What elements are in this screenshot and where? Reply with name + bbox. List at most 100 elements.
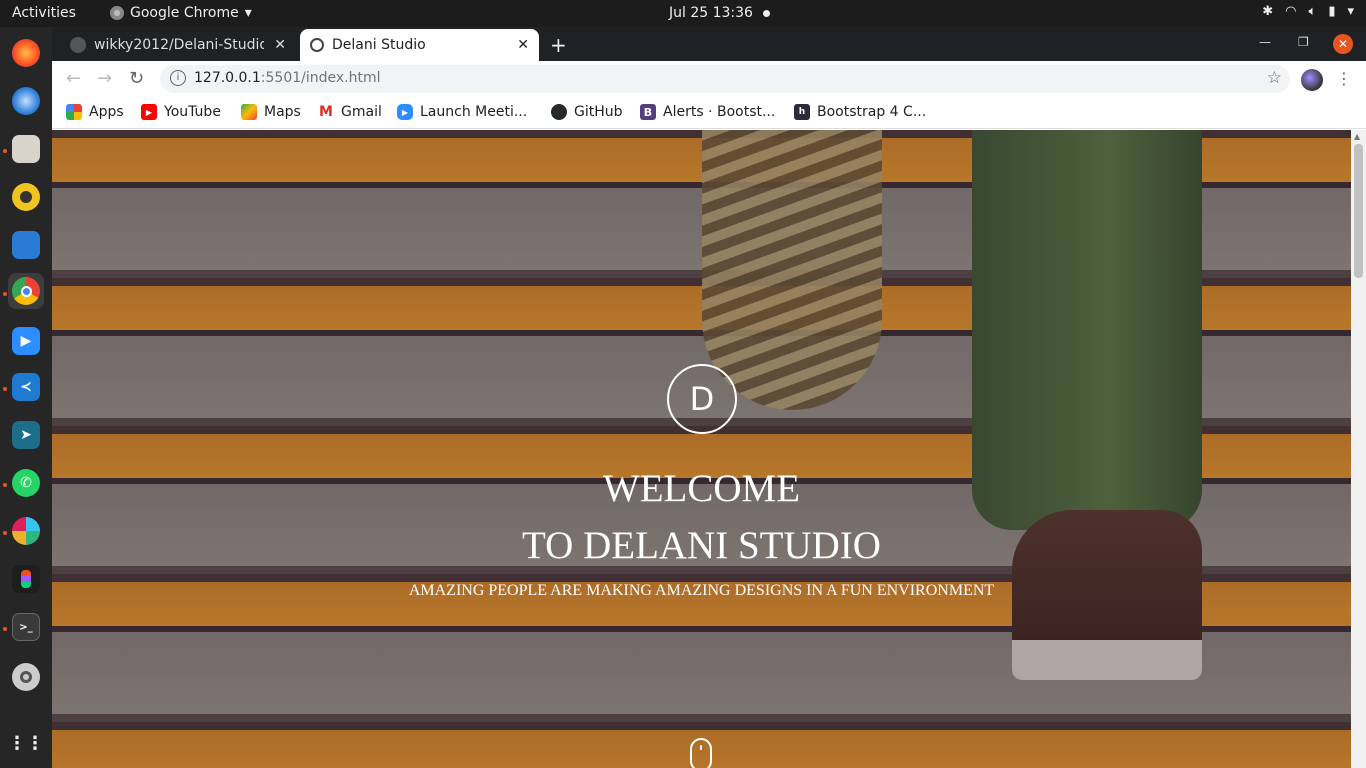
show-apps-icon: ⋮⋮	[8, 732, 44, 754]
scrollbar-thumb[interactable]	[1354, 144, 1363, 278]
libreoffice-writer-icon	[12, 231, 40, 259]
apps-grid-icon	[66, 104, 82, 120]
scroll-up-arrow-icon[interactable]: ▲	[1354, 132, 1360, 141]
bookmark-apps[interactable]: Apps	[66, 104, 124, 120]
dock-files[interactable]	[8, 131, 44, 167]
hero-overlay	[52, 130, 1351, 768]
dock-zoom[interactable]: ▶	[8, 323, 44, 359]
bookmark-label: GitHub	[574, 104, 623, 120]
bookmark-gmail[interactable]: M Gmail	[318, 104, 382, 120]
slack-icon	[12, 517, 40, 545]
tab-strip: wikky2012/Delani-Studio: ✕ Delani Studio…	[52, 27, 1366, 61]
activities-button[interactable]: Activities	[12, 5, 76, 21]
hero-subtitle: AMAZING PEOPLE ARE MAKING AMAZING DESIGN…	[408, 582, 995, 599]
page-scrollbar[interactable]: ▲	[1351, 130, 1366, 768]
bootstrap-cheatsheet-icon: h	[794, 104, 810, 120]
zoom-icon: ▶	[12, 327, 40, 355]
tab-github[interactable]: wikky2012/Delani-Studio: ✕	[60, 29, 296, 61]
bookmark-label: Maps	[264, 104, 301, 120]
back-button[interactable]: ←	[66, 68, 81, 89]
logo-circle: D	[667, 364, 737, 434]
globe-icon	[310, 38, 324, 52]
hero-heading-line1: WELCOME	[602, 467, 801, 510]
running-indicator	[3, 531, 7, 535]
slack-tray-icon[interactable]: ✱	[1262, 4, 1273, 19]
tab-delani-studio[interactable]: Delani Studio ✕	[300, 29, 539, 61]
bookmark-star-icon[interactable]: ☆	[1267, 68, 1282, 88]
system-tray[interactable]: ✱ ◠ 🔈︎ ▮ ▾	[1262, 4, 1354, 19]
volume-icon: 🔈︎	[1308, 4, 1317, 19]
bookmarks-bar: Apps ▶ YouTube Maps M Gmail ▶ Launch Mee…	[52, 97, 1366, 129]
running-indicator	[3, 387, 7, 391]
browser-toolbar: ← → ↻ i 127.0.0.1:5501/index.html ☆ ⋮	[52, 61, 1366, 97]
minimize-button[interactable]: —	[1259, 35, 1271, 49]
scroll-down-mouse-icon[interactable]	[690, 738, 712, 768]
dock-thunderbird[interactable]	[8, 83, 44, 119]
clock[interactable]: Jul 25 13:36	[669, 5, 753, 21]
dock-terminal[interactable]: >_	[8, 609, 44, 645]
bookmark-bootstrap-alerts[interactable]: B Alerts · Bootst...	[640, 104, 775, 120]
app-menu-label: Google Chrome	[130, 5, 239, 21]
bookmark-label: YouTube	[164, 104, 221, 120]
bookmark-youtube[interactable]: ▶ YouTube	[141, 104, 221, 120]
zoom-icon: ▶	[397, 104, 413, 120]
chrome-icon	[12, 277, 40, 305]
dock-whatsapp[interactable]: ✆	[8, 465, 44, 501]
whatsapp-icon: ✆	[12, 469, 40, 497]
tab-title: Delani Studio	[332, 37, 426, 53]
forward-button[interactable]: →	[97, 68, 112, 89]
dock-slack[interactable]	[8, 513, 44, 549]
close-window-button[interactable]: ✕	[1333, 34, 1353, 54]
running-indicator	[3, 292, 7, 296]
chevron-down-icon: ▾	[244, 5, 252, 21]
close-icon[interactable]: ✕	[274, 37, 286, 53]
running-indicator	[3, 627, 7, 631]
chevron-down-icon: ▾	[1347, 4, 1354, 19]
dock-show-apps[interactable]: ⋮⋮	[8, 725, 44, 761]
figma-icon	[12, 565, 40, 593]
chrome-menu-button[interactable]: ⋮	[1336, 69, 1352, 88]
dock-firefox[interactable]	[8, 35, 44, 71]
files-icon	[12, 135, 40, 163]
youtube-icon: ▶	[141, 104, 157, 120]
new-tab-button[interactable]: +	[550, 33, 567, 57]
chrome-app-icon	[110, 6, 124, 20]
app-menu[interactable]: Google Chrome ▾	[110, 5, 252, 21]
bookmark-zoom[interactable]: ▶ Launch Meeti...	[397, 104, 527, 120]
bookmark-bootstrap-cheatsheet[interactable]: h Bootstrap 4 C...	[794, 104, 926, 120]
bookmark-label: Alerts · Bootst...	[663, 104, 776, 120]
dock-remote[interactable]: ➤	[8, 417, 44, 453]
dock-chrome[interactable]	[8, 273, 44, 309]
url-text[interactable]: 127.0.0.1:5501/index.html	[194, 70, 381, 86]
github-icon	[70, 37, 86, 53]
bootstrap-icon: B	[640, 104, 656, 120]
page-viewport: D WELCOME TO DELANI STUDIO AMAZING PEOPL…	[52, 130, 1366, 768]
dock-figma[interactable]	[8, 561, 44, 597]
profile-avatar[interactable]	[1301, 69, 1323, 91]
info-icon[interactable]: i	[170, 70, 186, 86]
settings-icon	[12, 663, 40, 691]
dock-vscode[interactable]: ≺	[8, 369, 44, 405]
bookmark-maps[interactable]: Maps	[241, 104, 301, 120]
bookmark-github[interactable]: GitHub	[551, 104, 623, 120]
dock: ▶ ≺ ➤ ✆ >_ ⋮⋮	[0, 27, 52, 768]
address-bar[interactable]: i 127.0.0.1:5501/index.html ☆	[160, 65, 1290, 93]
terminal-icon: >_	[12, 613, 40, 641]
vscode-icon: ≺	[12, 373, 40, 401]
bookmark-label: Launch Meeti...	[420, 104, 528, 120]
close-icon[interactable]: ✕	[517, 37, 529, 53]
reload-button[interactable]: ↻	[129, 68, 144, 89]
notification-dot-icon	[763, 10, 770, 17]
rhythmbox-icon	[12, 183, 40, 211]
bookmark-label: Apps	[89, 104, 124, 120]
bookmark-label: Bootstrap 4 C...	[817, 104, 927, 120]
gmail-icon: M	[318, 104, 334, 120]
dock-rhythmbox[interactable]	[8, 179, 44, 215]
thunderbird-icon	[12, 87, 40, 115]
dock-writer[interactable]	[8, 227, 44, 263]
running-indicator	[3, 483, 7, 487]
tab-title: wikky2012/Delani-Studio:	[94, 37, 264, 53]
dock-settings[interactable]	[8, 659, 44, 695]
maximize-button[interactable]: ❐	[1298, 35, 1309, 49]
system-top-bar: Activities Google Chrome ▾ Jul 25 13:36 …	[0, 0, 1366, 27]
